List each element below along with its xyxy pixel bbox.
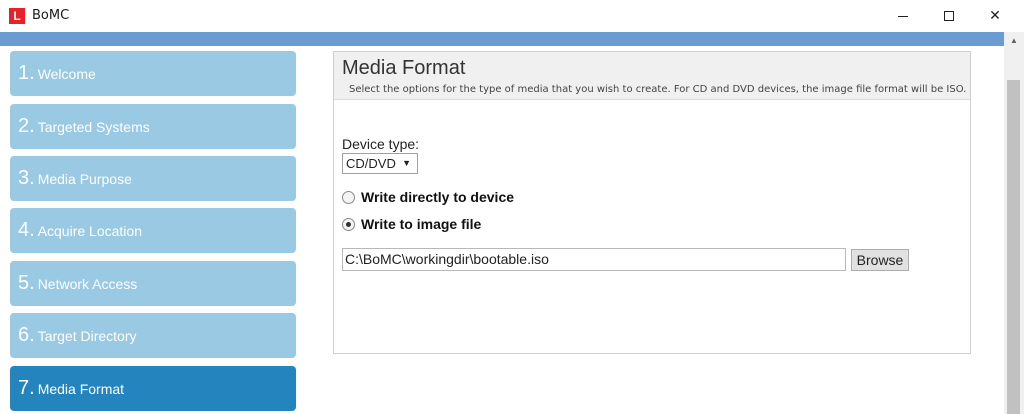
page-description: Select the options for the type of media… (349, 84, 967, 95)
scroll-up-arrow-icon[interactable]: ▲ (1004, 32, 1024, 50)
maximize-icon (944, 11, 954, 21)
radio-write-image[interactable]: Write to image file (342, 216, 481, 232)
radio-write-direct[interactable]: Write directly to device (342, 189, 514, 205)
radio-label: Write directly to device (361, 189, 515, 205)
scrollbar-thumb[interactable] (1007, 80, 1020, 414)
step-media-purpose[interactable]: 3. Media Purpose (10, 156, 296, 201)
device-type-select[interactable]: CD/DVD ▼ (342, 153, 418, 174)
header-banner (0, 32, 1004, 46)
step-label: Media Format (37, 380, 125, 397)
step-number: 2. (18, 115, 35, 137)
media-format-panel: Media Format Select the options for the … (333, 51, 971, 354)
step-label: Network Access (37, 275, 138, 292)
radio-button[interactable] (342, 217, 355, 231)
image-path-input[interactable]: C:\BoMC\workingdir\bootable.iso (342, 248, 846, 271)
close-icon: ✕ (989, 8, 1001, 24)
device-type-value: CD/DVD (346, 156, 396, 171)
window-title: BoMC (32, 8, 70, 23)
maximize-button[interactable] (926, 0, 972, 32)
close-button[interactable]: ✕ (972, 0, 1018, 32)
radio-label: Write to image file (361, 216, 482, 232)
minimize-button[interactable] (880, 0, 926, 32)
chevron-down-icon: ▼ (402, 158, 411, 168)
step-welcome[interactable]: 1. Welcome (10, 51, 296, 96)
step-target-directory[interactable]: 6. Target Directory (10, 313, 296, 358)
device-type-label: Device type: (342, 136, 420, 152)
radio-button[interactable] (342, 190, 355, 204)
step-label: Acquire Location (37, 222, 142, 239)
step-label: Targeted Systems (37, 118, 150, 135)
step-media-format[interactable]: 7. Media Format (10, 366, 296, 411)
title-bar: L BoMC ✕ (0, 0, 1024, 32)
step-network-access[interactable]: 5. Network Access (10, 261, 296, 306)
step-number: 1. (18, 62, 35, 84)
step-number: 7. (18, 377, 35, 399)
app-logo-icon: L (9, 8, 25, 24)
step-label: Welcome (37, 65, 96, 82)
page-title: Media Format (342, 57, 466, 79)
step-acquire-location[interactable]: 4. Acquire Location (10, 208, 296, 253)
step-number: 6. (18, 324, 35, 346)
step-label: Target Directory (37, 327, 137, 344)
step-number: 3. (18, 167, 35, 189)
step-number: 5. (18, 272, 35, 294)
step-targeted-systems[interactable]: 2. Targeted Systems (10, 104, 296, 149)
browse-button[interactable]: Browse (851, 249, 909, 271)
panel-header: Media Format Select the options for the … (334, 52, 970, 100)
minimize-icon (898, 15, 908, 17)
step-number: 4. (18, 219, 35, 241)
step-label: Media Purpose (37, 170, 132, 187)
